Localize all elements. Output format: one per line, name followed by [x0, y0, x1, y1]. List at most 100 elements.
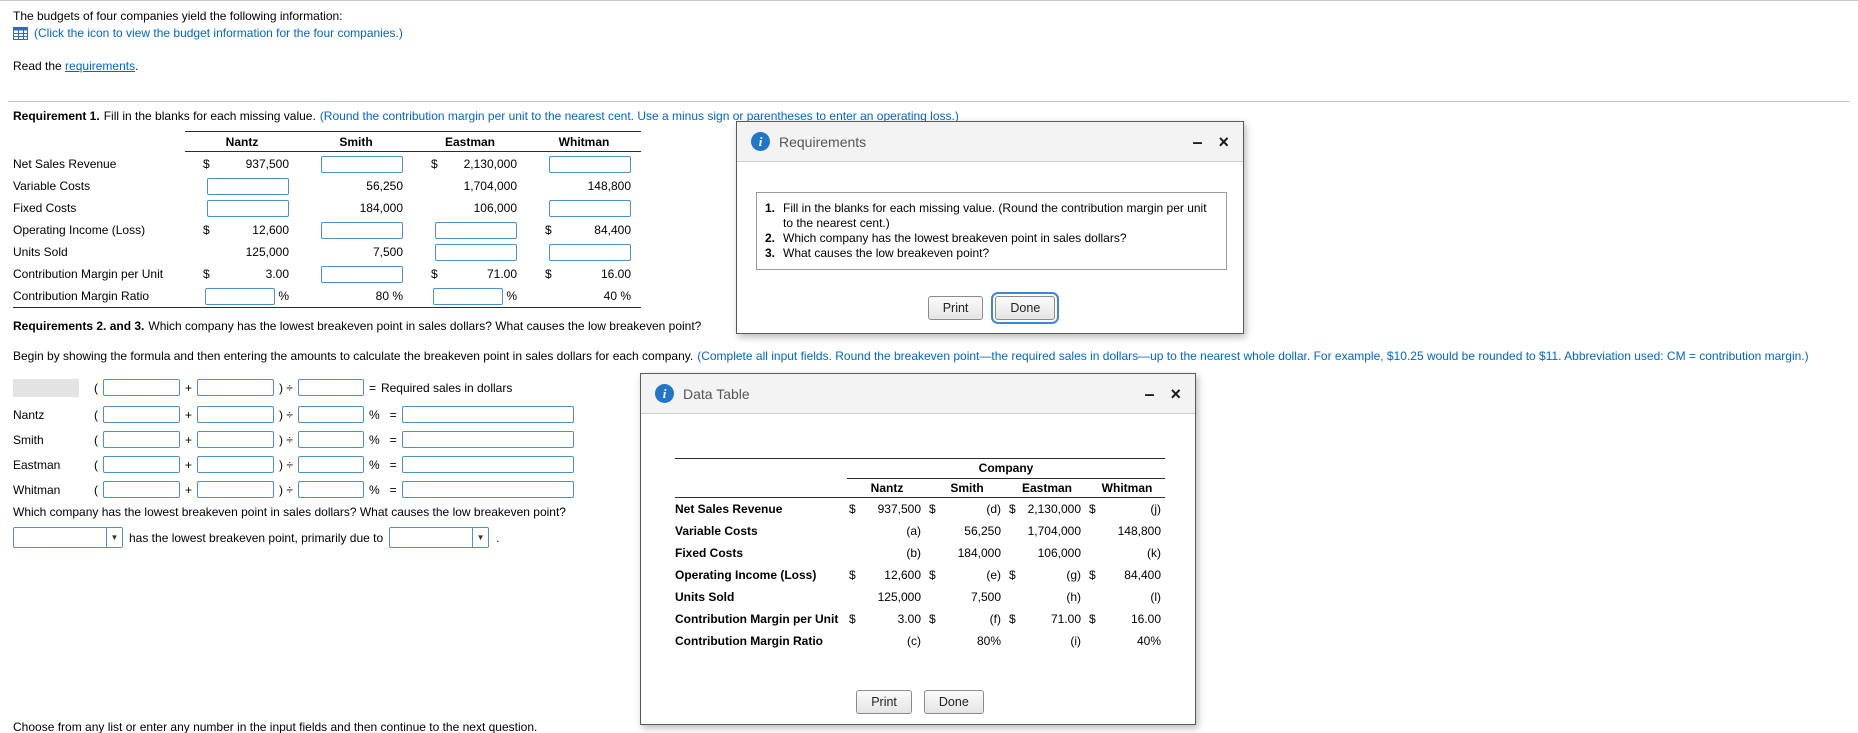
column-header-whitman: Whitman — [558, 134, 610, 149]
table-cell: % — [185, 287, 299, 305]
input-cm-ratio-eastman[interactable] — [433, 287, 504, 305]
input-net-sales-smith[interactable] — [321, 155, 403, 173]
table-cell: 80% — [927, 634, 1007, 648]
input-units-sold-eastman[interactable] — [435, 243, 517, 261]
be-smith-input-1[interactable] — [103, 431, 180, 448]
be-formula-input-3[interactable] — [297, 379, 364, 396]
item-number: 2. — [765, 231, 776, 245]
table-cell: $ (g) — [1007, 568, 1087, 582]
data-table-dialog-titlebar[interactable]: i Data Table – × — [641, 374, 1195, 414]
input-fixed-costs-whitman[interactable] — [549, 199, 631, 217]
table-cell: $12,600 — [185, 223, 299, 237]
table-cell: (a) — [847, 524, 927, 538]
minimize-icon[interactable]: – — [1144, 385, 1154, 403]
close-icon[interactable]: × — [1170, 385, 1181, 403]
cell-value: 184,000 — [957, 546, 1001, 560]
dollar-sign: $ — [929, 502, 936, 516]
table-cell: (c) — [847, 634, 927, 648]
row-label: Net Sales Revenue — [13, 157, 117, 171]
table-row-cm-per-unit: Contribution Margin per Unit $3.00 $ (f) … — [675, 608, 1165, 630]
table-cell: (h) — [1007, 590, 1087, 604]
done-button[interactable]: Done — [923, 690, 984, 714]
input-cm-ratio-nantz[interactable] — [205, 287, 276, 305]
percent-sign: % — [368, 457, 380, 472]
be-eastman-input-3[interactable] — [297, 456, 364, 473]
cell-value: 7,500 — [970, 590, 1001, 604]
input-fixed-costs-nantz[interactable] — [207, 199, 289, 217]
cell-value: 80 % — [375, 289, 403, 303]
dollar-sign: $ — [1089, 568, 1096, 582]
company-label: Nantz — [13, 407, 45, 422]
cell-value: 1,704,000 — [1027, 524, 1081, 538]
equals-sign: = — [389, 457, 397, 472]
minimize-icon[interactable]: – — [1192, 133, 1202, 151]
be-nantz-required-sales-input[interactable] — [401, 406, 574, 423]
be-whitman-input-3[interactable] — [297, 481, 364, 498]
be-formula-input-2[interactable] — [197, 379, 275, 396]
done-button[interactable]: Done — [991, 292, 1060, 324]
print-button[interactable]: Print — [856, 690, 912, 714]
table-cell: $937,500 — [847, 502, 927, 516]
table-cell: 40% — [1087, 634, 1167, 648]
be-smith-input-2[interactable] — [197, 431, 275, 448]
dollar-sign: $ — [545, 267, 552, 281]
company-label: Whitman — [13, 482, 61, 497]
be-whitman-input-1[interactable] — [103, 481, 180, 498]
cause-select[interactable]: ▼ — [389, 527, 490, 548]
dialog-title: Requirements — [779, 133, 867, 150]
budget-table-icon[interactable] — [13, 26, 28, 40]
input-net-sales-whitman[interactable] — [549, 155, 631, 173]
close-icon[interactable]: × — [1218, 133, 1229, 151]
be-whitman-required-sales-input[interactable] — [401, 481, 574, 498]
dialog-footer: Print Done — [675, 690, 1165, 714]
equals-sign: = — [368, 380, 376, 395]
row-label: Fixed Costs — [675, 546, 744, 560]
company-select[interactable]: ▼ — [13, 527, 123, 548]
table-cell: 125,000 — [847, 590, 927, 604]
column-header-smith: Smith — [950, 480, 984, 495]
chevron-down-icon[interactable]: ▼ — [472, 528, 489, 547]
table-cell: $71.00 — [413, 267, 527, 281]
input-cm-per-unit-smith[interactable] — [321, 265, 403, 283]
formula-row-smith: Smith ( + ) ÷ % = — [13, 429, 574, 450]
cell-value: 16.00 — [1130, 612, 1161, 626]
column-header-eastman: Eastman — [444, 134, 496, 149]
dollar-sign: $ — [431, 157, 438, 171]
breakeven-begin-instruction: Begin by showing the formula and then en… — [13, 349, 1809, 363]
table-row-net-sales: Net Sales Revenue $937,500 $2,130,000 — [13, 153, 641, 175]
company-select-value — [14, 528, 106, 547]
be-eastman-required-sales-input[interactable] — [401, 456, 574, 473]
be-eastman-input-2[interactable] — [197, 456, 275, 473]
row-label: Units Sold — [675, 590, 735, 604]
requirement-item: 2. Which company has the lowest breakeve… — [765, 231, 1216, 246]
be-nantz-input-2[interactable] — [197, 406, 275, 423]
row-label: Net Sales Revenue — [675, 502, 783, 516]
open-paren: ( — [94, 380, 98, 395]
be-formula-input-1[interactable] — [103, 379, 180, 396]
dollar-sign: $ — [203, 223, 210, 237]
table-cell — [299, 221, 413, 239]
cell-value: 84,400 — [1124, 568, 1161, 582]
table-row-units-sold: Units Sold 125,000 7,500 (h) (l) — [675, 586, 1165, 608]
be-nantz-input-3[interactable] — [297, 406, 364, 423]
be-whitman-input-2[interactable] — [197, 481, 275, 498]
table-cell — [185, 177, 299, 195]
chevron-down-icon[interactable]: ▼ — [106, 528, 122, 547]
column-header-nantz: Nantz — [225, 134, 259, 149]
company-label: Eastman — [13, 457, 61, 472]
be-eastman-input-1[interactable] — [103, 456, 180, 473]
requirements-dialog-titlebar[interactable]: i Requirements – × — [737, 122, 1243, 162]
table-cell: 1,704,000 — [1007, 524, 1087, 538]
table-cell: $ (e) — [927, 568, 1007, 582]
print-button[interactable]: Print — [927, 296, 984, 320]
table-cell: (k) — [1087, 546, 1167, 560]
requirements-link[interactable]: requirements — [65, 59, 135, 73]
input-units-sold-whitman[interactable] — [549, 243, 631, 261]
dollar-sign: $ — [849, 568, 856, 582]
be-smith-required-sales-input[interactable] — [401, 431, 574, 448]
input-operating-income-smith[interactable] — [321, 221, 403, 239]
input-operating-income-eastman[interactable] — [435, 221, 517, 239]
be-nantz-input-1[interactable] — [103, 406, 180, 423]
be-smith-input-3[interactable] — [297, 431, 364, 448]
input-variable-costs-nantz[interactable] — [207, 177, 289, 195]
